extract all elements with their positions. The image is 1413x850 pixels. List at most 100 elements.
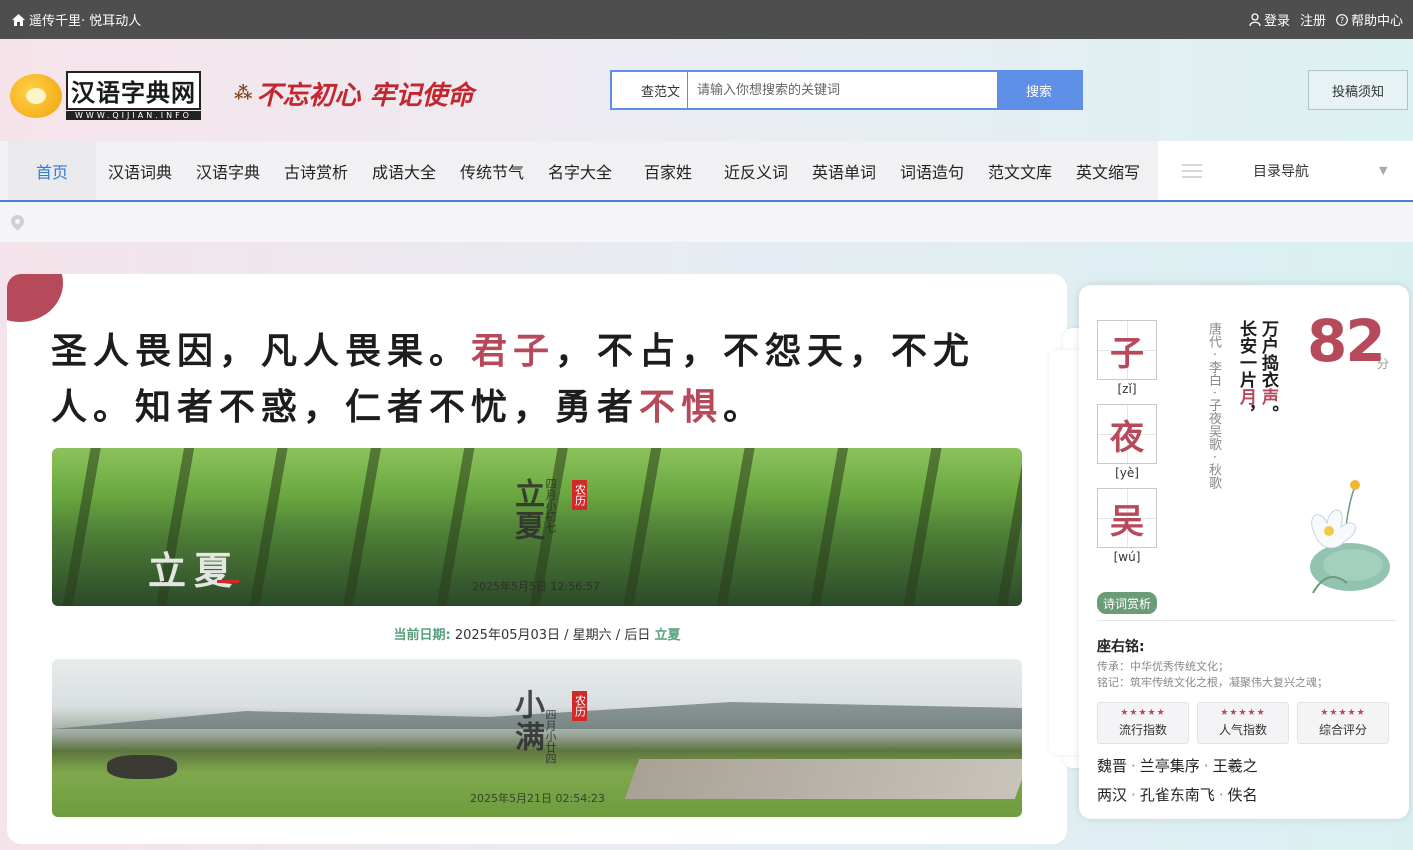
slogan-text: 遥传千里· 悦耳动人 [29, 14, 142, 29]
star-icon-rating: ★★★★★ [1320, 708, 1366, 718]
motto-line-1: 传承：中华优秀传统文化； [1097, 660, 1229, 673]
poem-line-1: 长安一片月， [1236, 320, 1258, 422]
nav-home[interactable]: 首页 [8, 141, 96, 200]
solar-term-banner-lixia[interactable]: 立夏 立夏 四月小初七 农历 2025年5月5日 12:56:57 [52, 448, 1022, 606]
title-char: 子 [zǐ] [1097, 320, 1157, 396]
poem-line-2-highlight: 声 [1258, 388, 1278, 405]
breadcrumb [0, 202, 1413, 242]
river-bank [624, 759, 1022, 799]
home-icon [12, 13, 25, 26]
main-nav: 首页 汉语词典 汉语字典 古诗赏析 成语大全 传统节气 名字大全 百家姓 近反义… [0, 141, 1413, 202]
banner-lunar-date: 四月小廿四 [544, 709, 557, 764]
metric-hotness: ★★★★★ 人气指数 [1197, 702, 1289, 744]
svg-text:?: ? [1340, 16, 1344, 25]
nav-item-dictionary[interactable]: 汉语词典 [96, 159, 184, 183]
related-work-2[interactable]: 两汉 · 孔雀东南飞 · 佚名 [1097, 784, 1258, 805]
title-char-glyph: 吴 [1097, 488, 1157, 548]
nav-item-english-words[interactable]: 英语单词 [800, 159, 888, 183]
star-icon-rating: ★★★★★ [1220, 708, 1266, 718]
question-icon: ? [1336, 13, 1348, 26]
location-pin-icon [8, 212, 27, 231]
quote-part-1: 圣人畏因，凡人畏果。 [51, 331, 472, 372]
related-work-1[interactable]: 魏晋 · 兰亭集序 · 王羲之 [1097, 755, 1258, 776]
search-input[interactable] [688, 72, 997, 108]
login-link[interactable]: 登录 [1249, 10, 1290, 29]
separator-dot: · [1218, 786, 1224, 804]
quote-highlight-2: 不惧 [639, 387, 724, 428]
ornament-icon: ⁂ [234, 83, 253, 104]
banner-red-bar [217, 580, 239, 583]
banner-lunar-date: 四月小初七 [544, 478, 557, 533]
search-button[interactable]: 搜索 [997, 72, 1081, 108]
next-solar-term[interactable]: 立夏 [654, 628, 680, 643]
motto-line-2: 铭记：筑牢传统文化之根，凝聚伟大复兴之魂； [1097, 676, 1328, 689]
nav-item-essays[interactable]: 范文文库 [976, 159, 1064, 183]
top-bar: 遥传千里· 悦耳动人 登录 注册 ? 帮助中心 [0, 0, 1413, 39]
nav-item-idioms[interactable]: 成语大全 [360, 159, 448, 183]
help-link[interactable]: ? 帮助中心 [1336, 10, 1403, 29]
motto-title: 座右铭: [1097, 639, 1145, 655]
poem-line-2-text: 万户捣衣 [1258, 320, 1278, 388]
current-date-line: 当前日期: 2025年05月03日 / 星期六 / 后日 立夏 [7, 624, 1067, 643]
metric-popularity: ★★★★★ 流行指数 [1097, 702, 1189, 744]
title-char: 夜 [yè] [1097, 404, 1157, 480]
banner-datetime: 2025年5月21日 02:54:23 [470, 792, 605, 805]
lunar-badge: 农历 [572, 691, 587, 721]
separator-dot: · [1131, 757, 1136, 775]
site-slogan: 遥传千里· 悦耳动人 [12, 10, 141, 29]
title-char-glyph: 子 [1097, 320, 1157, 380]
nav-item-surnames[interactable]: 百家姓 [624, 159, 712, 183]
search-bar: 查范文 搜索 [610, 70, 1083, 110]
related-dynasty: 两汉 [1097, 786, 1128, 804]
solar-term-banner-xiaoman[interactable]: 小满 四月小廿四 农历 2025年5月21日 02:54:23 [52, 659, 1022, 817]
login-label: 登录 [1263, 14, 1290, 29]
motto-text: 不忘初心 牢记使命 [256, 81, 474, 111]
related-title: 孔雀东南飞 [1139, 786, 1215, 804]
nav-item-synonyms[interactable]: 近反义词 [712, 159, 800, 183]
nav-item-abbreviations[interactable]: 英文缩写 [1064, 159, 1152, 183]
current-date-label: 当前日期: [393, 628, 451, 643]
nav-item-character-dictionary[interactable]: 汉语字典 [184, 159, 272, 183]
related-author: 王羲之 [1212, 757, 1258, 775]
title-char-pinyin: [wú] [1113, 550, 1141, 564]
chevron-down-icon: ▼ [1379, 164, 1388, 177]
catalog-label: 目录导航 [1253, 163, 1309, 180]
nav-item-names[interactable]: 名字大全 [536, 159, 624, 183]
title-char-pinyin: [zǐ] [1117, 382, 1137, 396]
lotus-illustration [1310, 480, 1390, 594]
poem-score: 82 [1307, 307, 1386, 375]
nav-item-sentences[interactable]: 词语造句 [888, 159, 976, 183]
header: 汉语字典网 WWW.QIJIAN.INFO ⁂ 不忘初心 牢记使命 查范文 搜索… [0, 39, 1413, 141]
header-motto: ⁂ 不忘初心 牢记使命 [234, 75, 473, 112]
star-icon-rating: ★★★★★ [1120, 708, 1166, 718]
separator-dot: · [1131, 786, 1136, 804]
catalog-dropdown[interactable]: 目录导航 ▼ [1158, 141, 1413, 200]
poem-score-unit: 分 [1377, 357, 1390, 371]
poem-appreciation-tag[interactable]: 诗词赏析 [1097, 592, 1158, 614]
nav-items: 汉语词典 汉语字典 古诗赏析 成语大全 传统节气 名字大全 百家姓 近反义词 英… [96, 141, 1152, 200]
search-category-select[interactable]: 查范文 [612, 72, 688, 108]
lunar-badge: 农历 [572, 480, 587, 510]
register-link[interactable]: 注册 [1300, 10, 1326, 29]
submit-notice-button[interactable]: 投稿须知 [1308, 70, 1408, 110]
site-logo[interactable]: 汉语字典网 WWW.QIJIAN.INFO [10, 71, 201, 120]
metric-overall: ★★★★★ 综合评分 [1297, 702, 1389, 744]
poem-line-1-text: 长安一片 [1236, 320, 1256, 388]
buffalo-shape [107, 755, 177, 779]
title-char: 吴 [wú] [1097, 488, 1157, 564]
title-char-pinyin: [yè] [1115, 466, 1139, 480]
rating-metrics: ★★★★★ 流行指数 ★★★★★ 人气指数 ★★★★★ 综合评分 [1097, 702, 1389, 744]
nav-item-poetry[interactable]: 古诗赏析 [272, 159, 360, 183]
banner-big-title: 立夏 [148, 548, 241, 593]
banner-datetime: 2025年5月5日 12:56:57 [472, 580, 600, 593]
title-char-glyph: 夜 [1097, 404, 1157, 464]
poem-line-1-highlight: 月 [1236, 388, 1256, 405]
related-dynasty: 魏晋 [1097, 757, 1128, 775]
separator-dot: · [1203, 757, 1209, 775]
list-icon [1182, 163, 1202, 178]
metric-label: 综合评分 [1318, 723, 1367, 737]
card-divider [1097, 620, 1397, 621]
nav-item-solar-terms[interactable]: 传统节气 [448, 159, 536, 183]
logo-url: WWW.QIJIAN.INFO [66, 111, 201, 120]
poem-meta[interactable]: 唐代 · 李白 · 子夜吴歌 · 秋歌 [1205, 322, 1221, 489]
